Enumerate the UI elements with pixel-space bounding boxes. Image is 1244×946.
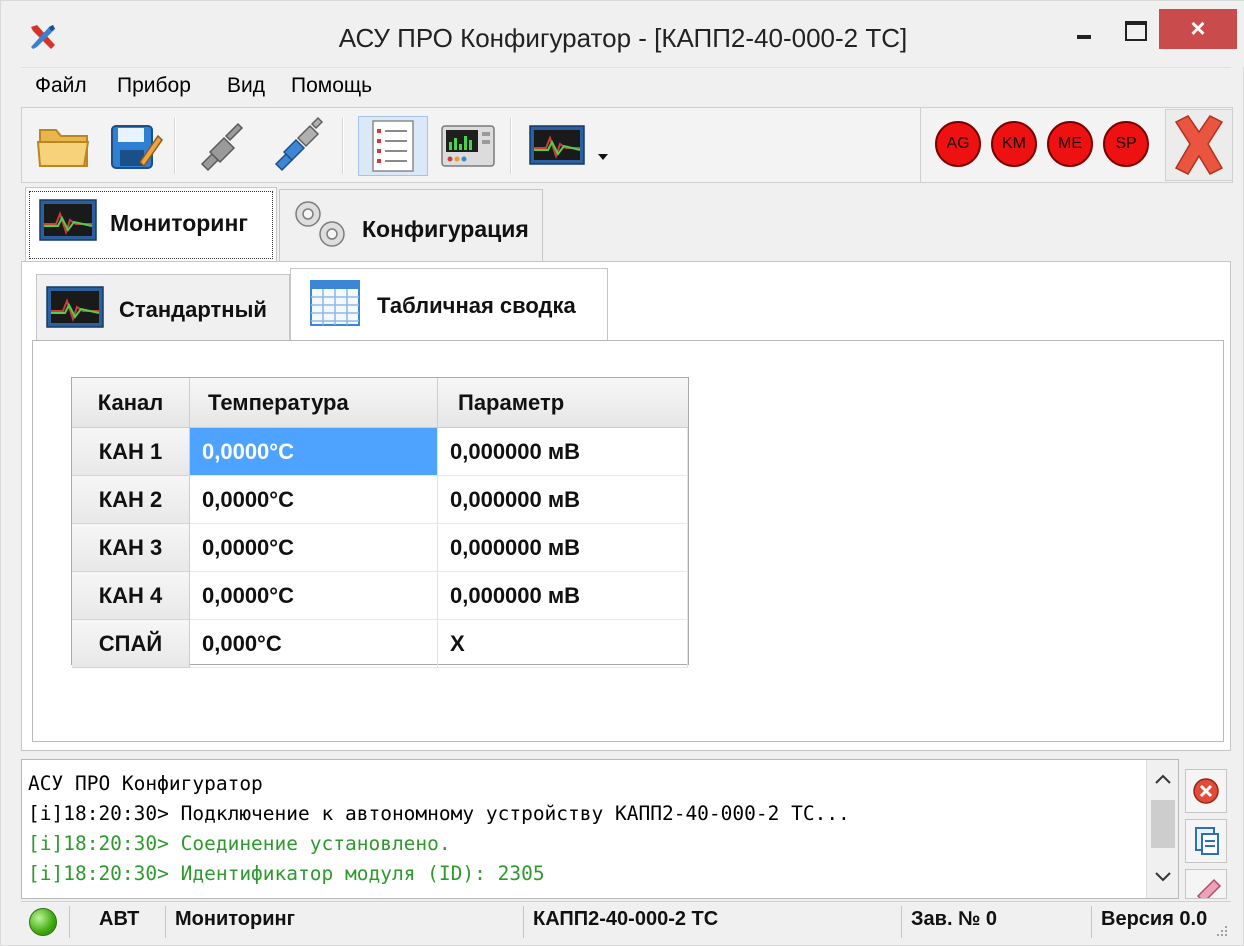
stop-button[interactable] <box>1165 109 1233 181</box>
status-separator <box>901 906 902 938</box>
erase-log-button[interactable] <box>1185 869 1227 899</box>
table-cell-temperature[interactable]: 0,0000°C <box>190 428 438 476</box>
table-cell-temperature[interactable]: 0,000°C <box>190 620 438 668</box>
connection-status-icon <box>29 908 57 936</box>
table-cell-temperature[interactable]: 0,0000°C <box>190 524 438 572</box>
status-separator <box>1091 906 1092 938</box>
monitor-chart-icon <box>46 286 104 328</box>
tab-monitoring[interactable]: Мониторинг <box>25 187 277 263</box>
tab-standard[interactable]: Стандартный <box>36 274 290 340</box>
table-grid-icon <box>310 280 360 326</box>
status-view: Мониторинг <box>175 908 295 930</box>
toolbar-separator <box>342 118 344 174</box>
clear-error-icon <box>1193 778 1219 804</box>
tab-table-summary[interactable]: Табличная сводка <box>290 268 608 342</box>
monitor-chart-button[interactable] <box>526 116 588 176</box>
log-line: [i]18:20:30> Идентификатор модуля (ID): … <box>28 862 545 885</box>
red-x-icon <box>1174 115 1224 175</box>
connect-button[interactable] <box>266 116 328 176</box>
indicator-me: ME <box>1047 121 1093 167</box>
menu-help[interactable]: Помощь <box>291 74 372 98</box>
resize-grip-icon[interactable] <box>1213 922 1229 938</box>
tab-table-summary-label: Табличная сводка <box>377 293 576 318</box>
table-cell-temperature[interactable]: 0,0000°C <box>190 572 438 620</box>
report-list-icon <box>372 120 414 172</box>
table-cell-parameter[interactable]: 0,000000 мВ <box>438 428 688 476</box>
status-separator <box>69 906 70 938</box>
copy-icon <box>1195 827 1219 855</box>
row-header[interactable]: КАН 2 <box>72 476 190 524</box>
menu-device[interactable]: Прибор <box>117 74 191 98</box>
minimize-button[interactable] <box>1061 9 1113 49</box>
tab-configuration-label: Конфигурация <box>362 216 529 242</box>
menu-view[interactable]: Вид <box>227 74 265 98</box>
tab-monitoring-label: Мониторинг <box>110 210 248 236</box>
status-separator <box>523 906 524 938</box>
toolbar-separator <box>510 118 512 174</box>
window-title: АСУ ПРО Конфигуратор - [КАПП2-40-000-2 Т… <box>338 23 908 53</box>
status-device: КАПП2-40-000-2 ТС <box>533 908 719 930</box>
row-header[interactable]: СПАЙ <box>72 620 190 668</box>
tab-standard-label: Стандартный <box>119 297 267 322</box>
monitor-dropdown-button[interactable] <box>592 116 614 176</box>
scroll-down-icon[interactable] <box>1153 870 1173 884</box>
menu-file[interactable]: Файл <box>35 74 87 98</box>
save-button[interactable] <box>104 116 166 176</box>
channel-table: Канал Температура Параметр КАН 1 0,0000°… <box>71 377 689 668</box>
table-cell-parameter[interactable]: 0,000000 мВ <box>438 476 688 524</box>
eraser-icon <box>1196 878 1222 898</box>
log-scrollbar[interactable] <box>1146 760 1178 898</box>
monitor-chart-icon <box>529 125 585 165</box>
connect-plug-icon <box>274 116 324 172</box>
clear-log-button[interactable] <box>1185 769 1227 813</box>
table-summary-panel: Канал Температура Параметр КАН 1 0,0000°… <box>32 340 1224 742</box>
row-header[interactable]: КАН 3 <box>72 524 190 572</box>
status-version: Версия 0.0 <box>1101 908 1208 930</box>
dropdown-arrow-icon <box>598 154 608 160</box>
table-cell-parameter[interactable]: 0,000000 мВ <box>438 524 688 572</box>
monitor-chart-icon <box>39 199 97 241</box>
log-output[interactable]: АСУ ПРО Конфигуратор [i]18:20:30> Подклю… <box>21 759 1179 899</box>
maximize-button[interactable] <box>1111 9 1163 49</box>
title-bar: АСУ ПРО Конфигуратор - [КАПП2-40-000-2 Т… <box>1 1 1244 67</box>
status-mode: АВТ <box>99 908 140 930</box>
close-icon: × <box>1190 13 1206 43</box>
column-header-channel[interactable]: Канал <box>72 378 190 428</box>
log-line: АСУ ПРО Конфигуратор <box>28 772 263 795</box>
table-cell-parameter[interactable]: 0,000000 мВ <box>438 572 688 620</box>
tab-configuration[interactable]: Конфигурация <box>279 189 543 261</box>
toolbar-separator <box>174 118 176 174</box>
disconnect-plug-icon <box>200 122 244 172</box>
status-serial: Зав. № 0 <box>911 908 998 930</box>
status-bar: АВТ Мониторинг КАПП2-40-000-2 ТС Зав. № … <box>21 901 1231 941</box>
gears-icon <box>295 201 345 247</box>
row-header[interactable]: КАН 4 <box>72 572 190 620</box>
status-separator <box>165 906 166 938</box>
indicator-ag: AG <box>935 121 981 167</box>
row-header[interactable]: КАН 1 <box>72 428 190 476</box>
log-line: [i]18:20:30> Подключение к автономному у… <box>28 802 850 825</box>
app-window: АСУ ПРО Конфигуратор - [КАПП2-40-000-2 Т… <box>0 0 1244 946</box>
scroll-thumb[interactable] <box>1151 800 1175 848</box>
copy-log-button[interactable] <box>1185 819 1227 863</box>
table-cell-parameter[interactable]: X <box>438 620 688 668</box>
indicator-sp: SP <box>1103 121 1149 167</box>
toolbar <box>21 107 921 183</box>
monitoring-panel: Стандартный Табличная сводка Канал Темпе… <box>21 261 1231 751</box>
close-button[interactable]: × <box>1159 9 1237 49</box>
open-folder-icon <box>36 129 90 167</box>
save-icon <box>111 125 163 169</box>
indicator-km: KM <box>991 121 1037 167</box>
scroll-up-icon[interactable] <box>1153 772 1173 786</box>
log-line: [i]18:20:30> Соединение установлено. <box>28 832 451 855</box>
device-panel-button[interactable] <box>434 116 504 176</box>
menu-bar: Файл Прибор Вид Помощь <box>21 67 1231 105</box>
report-button[interactable] <box>358 116 428 176</box>
disconnect-button[interactable] <box>190 116 252 176</box>
device-panel-icon <box>441 125 495 167</box>
column-header-parameter[interactable]: Параметр <box>438 378 688 428</box>
column-header-temperature[interactable]: Температура <box>190 378 438 428</box>
table-cell-temperature[interactable]: 0,0000°C <box>190 476 438 524</box>
open-button[interactable] <box>34 116 96 176</box>
